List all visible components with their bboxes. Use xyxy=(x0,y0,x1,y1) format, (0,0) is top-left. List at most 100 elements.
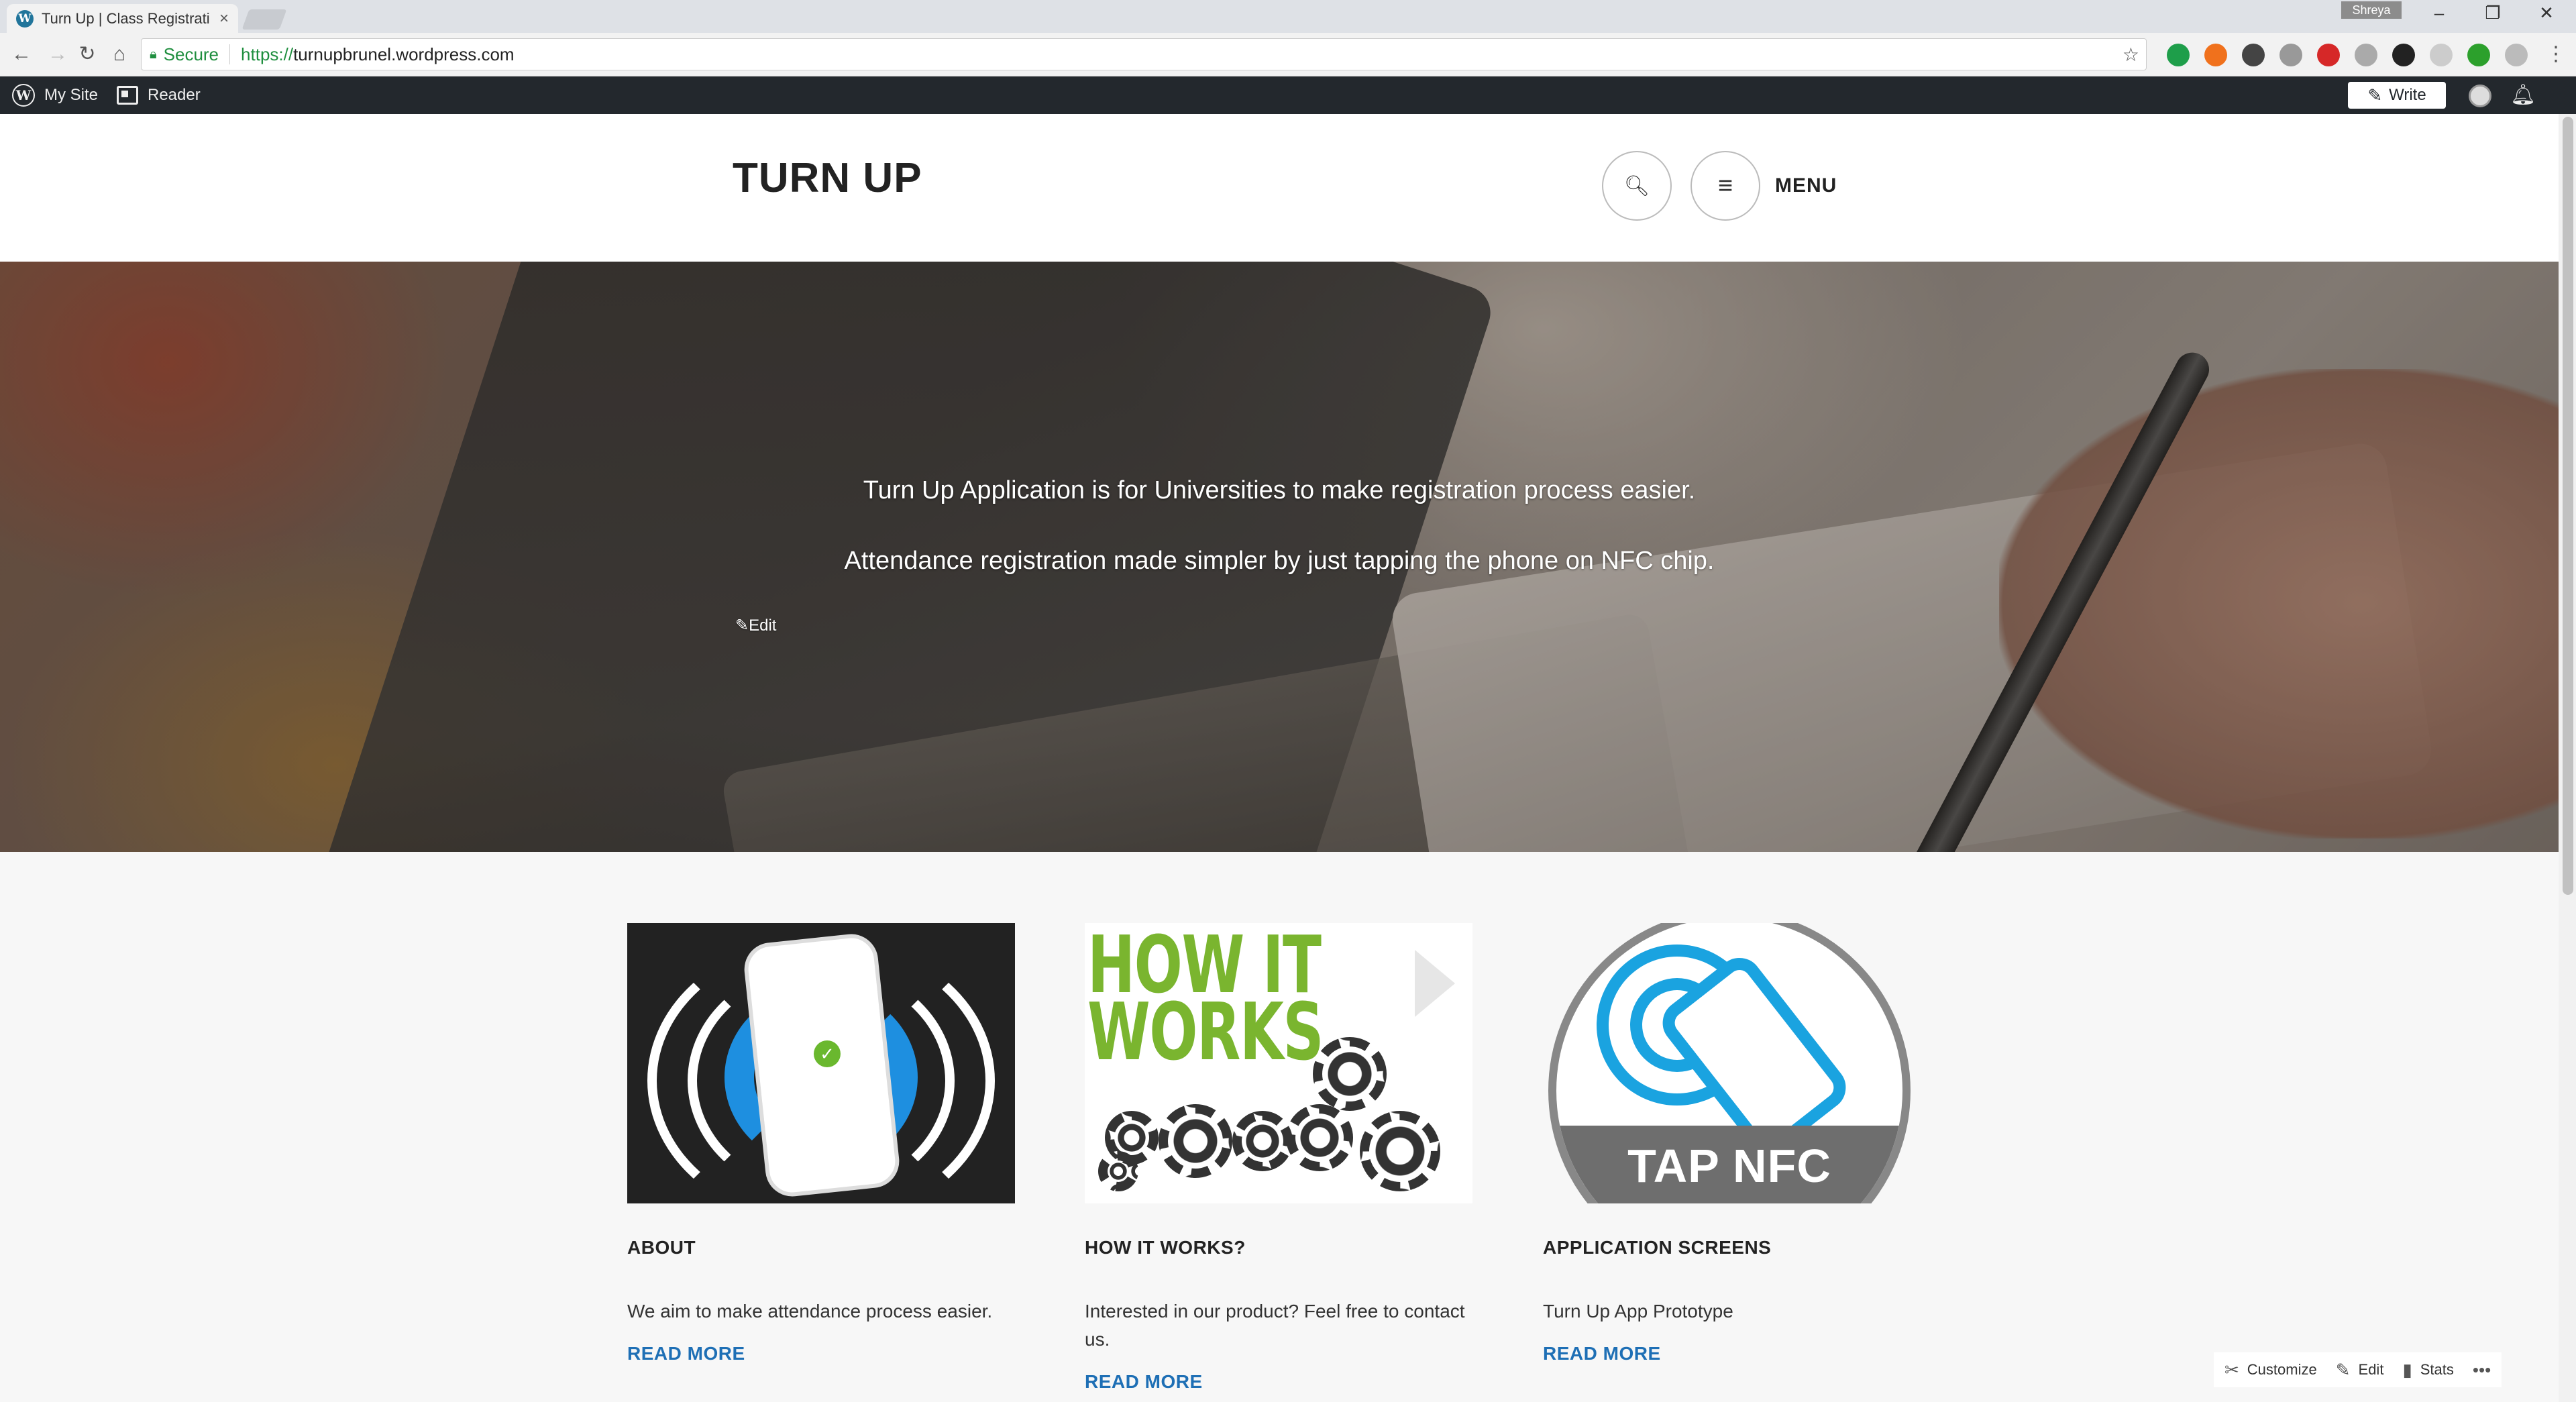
notifications-bell-icon[interactable]: 🔔︎ xyxy=(2510,83,2536,107)
close-window-icon[interactable]: ✕ xyxy=(2526,3,2567,23)
extension-camera-icon[interactable] xyxy=(2355,44,2377,66)
site-header: TURN UP 🔍︎ ≡ MENU xyxy=(0,114,2559,262)
hero-edit-link[interactable]: ✎Edit xyxy=(735,616,776,635)
secure-label: Secure xyxy=(163,44,219,64)
read-more-link[interactable]: READ MORE xyxy=(1085,1371,1203,1393)
about-image[interactable]: ✓ xyxy=(627,923,1015,1203)
customizer-bar: ✂ Customize ✎ Edit ▮ Stats ••• xyxy=(2214,1352,2502,1387)
stats-label: Stats xyxy=(2420,1361,2454,1378)
ellipsis-icon: ••• xyxy=(2472,1359,2491,1380)
extension-io-icon[interactable] xyxy=(2242,44,2265,66)
extension-puzzle-icon[interactable] xyxy=(2505,44,2528,66)
write-label: Write xyxy=(2389,86,2426,104)
search-icon: 🔍︎ xyxy=(1623,174,1650,197)
my-site-label: My Site xyxy=(44,86,99,104)
wp-admin-bar: W My Site Reader ✎ Write 🔔︎ xyxy=(0,76,2576,114)
bookmark-star-icon[interactable]: ☆ xyxy=(2123,44,2139,66)
page-scrollbar[interactable] xyxy=(2559,114,2576,1402)
hero-text-line-1: Turn Up Application is for Universities … xyxy=(863,476,1696,504)
write-button[interactable]: ✎ Write xyxy=(2348,82,2446,109)
extension-flame-icon[interactable] xyxy=(2204,44,2227,66)
hamburger-menu-icon: ≡ xyxy=(1717,171,1733,200)
checkmark-icon: ✓ xyxy=(814,1040,841,1067)
menu-label[interactable]: MENU xyxy=(1775,174,1837,197)
url-host: turnupbrunel.wordpress.com xyxy=(293,44,515,64)
new-tab-button[interactable] xyxy=(241,9,287,30)
minimize-icon[interactable]: – xyxy=(2419,3,2459,23)
hero-text-line-2: Attendance registration made simpler by … xyxy=(844,547,1715,575)
gear-icon xyxy=(1232,1111,1293,1171)
more-options-button[interactable]: ••• xyxy=(2473,1360,2491,1381)
address-bar[interactable]: 🔒︎ Secure https:// turnupbrunel.wordpres… xyxy=(141,38,2147,70)
reader-label: Reader xyxy=(148,86,201,104)
card-title[interactable]: APPLICATION SCREENS xyxy=(1543,1237,1931,1258)
tap-nfc-label: TAP NFC xyxy=(1627,1140,1831,1192)
card-text: We aim to make attendance process easier… xyxy=(627,1301,993,1322)
browser-toolbar: ← → ↻ ⌂ 🔒︎ Secure https:// turnupbrunel.… xyxy=(0,33,2576,76)
hero-edit-label: Edit xyxy=(749,616,777,635)
wordpress-favicon-icon: W xyxy=(16,9,34,28)
site-title[interactable]: TURN UP xyxy=(733,154,922,202)
extension-green-icon[interactable] xyxy=(2467,44,2490,66)
browser-tab-active[interactable]: W Turn Up | Class Registrati × xyxy=(7,4,238,33)
profile-chip[interactable]: Shreya xyxy=(2341,1,2402,19)
home-icon[interactable]: ⌂ xyxy=(106,41,133,68)
gear-icon xyxy=(1286,1104,1353,1171)
extension-dark-icon[interactable] xyxy=(2392,44,2415,66)
lock-icon: 🔒︎ xyxy=(150,46,157,62)
customize-button[interactable]: ✂ Customize xyxy=(2224,1360,2317,1381)
pencil-icon: ✎ xyxy=(2367,85,2383,105)
gear-icon xyxy=(1159,1104,1232,1178)
restore-icon[interactable]: ❐ xyxy=(2473,3,2513,23)
card-title[interactable]: HOW IT WORKS? xyxy=(1085,1237,1472,1258)
how-it-works-graphic-text: HOW IT WORKS xyxy=(1087,925,1324,1078)
tab-title: Turn Up | Class Registrati xyxy=(42,9,210,27)
extension-dash-icon[interactable] xyxy=(2430,44,2453,66)
edit-page-button[interactable]: ✎ Edit xyxy=(2336,1360,2384,1381)
extension-adblock-icon[interactable] xyxy=(2317,44,2340,66)
menu-button[interactable]: ≡ xyxy=(1690,151,1760,221)
read-more-link[interactable]: READ MORE xyxy=(1543,1343,1661,1364)
pencil-icon: ✎ xyxy=(2335,1359,2351,1380)
reader-icon xyxy=(117,86,138,105)
omnibox-divider xyxy=(229,44,231,64)
gear-icon xyxy=(1313,1037,1387,1111)
tab-close-icon[interactable]: × xyxy=(219,9,229,28)
search-button[interactable]: 🔍︎ xyxy=(1602,151,1672,221)
reload-icon[interactable]: ↻ xyxy=(74,41,101,68)
card-title[interactable]: ABOUT xyxy=(627,1237,1015,1258)
forward-icon[interactable]: → xyxy=(44,41,71,68)
extensions-area xyxy=(2167,44,2528,66)
gear-icon xyxy=(1098,1151,1138,1191)
bar-chart-icon: ▮ xyxy=(2402,1359,2412,1380)
scrollbar-thumb[interactable] xyxy=(2563,117,2573,895)
wordpress-logo-icon: W xyxy=(12,84,35,107)
hero-banner: Turn Up Application is for Universities … xyxy=(0,262,2559,852)
card-application-screens: TAP NFC APPLICATION SCREENS Turn Up App … xyxy=(1543,923,1931,1364)
card-about: ✓ ABOUT We aim to make attendance proces… xyxy=(627,923,1015,1364)
pencil-icon: ✎ xyxy=(735,616,749,635)
gear-icon xyxy=(1360,1111,1440,1191)
tools-icon: ✂ xyxy=(2224,1359,2239,1380)
works-line: WORKS xyxy=(1087,985,1324,1078)
browser-menu-icon[interactable]: ⋮ xyxy=(2546,42,2566,66)
tap-nfc-image[interactable]: TAP NFC xyxy=(1543,923,1931,1203)
card-text: Interested in our product? Feel free to … xyxy=(1085,1301,1465,1350)
my-site-link[interactable]: W My Site xyxy=(12,76,98,114)
reader-link[interactable]: Reader xyxy=(117,76,201,114)
stats-button[interactable]: ▮ Stats xyxy=(2402,1360,2453,1381)
card-text: Turn Up App Prototype xyxy=(1543,1301,1733,1322)
extension-gray-icon[interactable] xyxy=(2279,44,2302,66)
browser-tabstrip: W Turn Up | Class Registrati × Shreya – … xyxy=(0,0,2576,33)
back-icon[interactable]: ← xyxy=(8,41,35,68)
user-avatar[interactable] xyxy=(2469,85,2491,107)
how-it-works-image[interactable]: HOW IT WORKS xyxy=(1085,923,1472,1203)
edit-label: Edit xyxy=(2358,1361,2384,1378)
customize-label: Customize xyxy=(2247,1361,2317,1378)
play-triangle-icon xyxy=(1415,950,1455,1017)
read-more-link[interactable]: READ MORE xyxy=(627,1343,745,1364)
nfc-badge: TAP NFC xyxy=(1548,923,1911,1203)
url-scheme: https:// xyxy=(241,44,294,64)
extension-grammar-icon[interactable] xyxy=(2167,44,2190,66)
card-how-it-works: HOW IT WORKS HOW IT WORKS? Interested in… xyxy=(1085,923,1472,1393)
